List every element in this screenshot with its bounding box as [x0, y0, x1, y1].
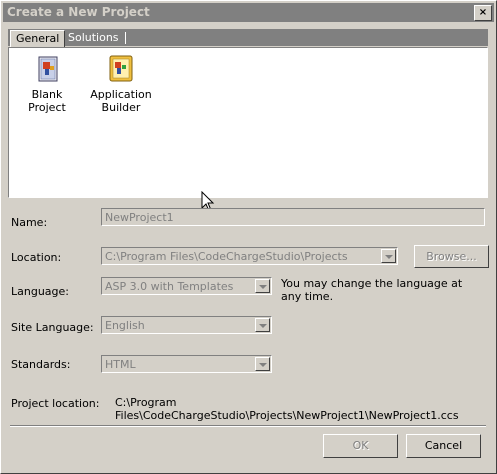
blank-project-item[interactable]: Blank Project [15, 54, 79, 114]
tab-strip: General Solutions [8, 29, 488, 48]
language-combo[interactable]: ASP 3.0 with Templates [101, 277, 272, 295]
dialog-title: Create a New Project [7, 5, 150, 19]
name-label: Name: [11, 216, 48, 229]
site-language-value: English [105, 319, 145, 332]
title-bar: Create a New Project × [3, 3, 494, 22]
standards-label: Standards: [11, 358, 71, 371]
location-label: Location: [11, 251, 62, 264]
tab-general[interactable]: General [10, 30, 66, 48]
project-type-list: Blank Project Application Builder [8, 47, 488, 212]
chevron-down-icon[interactable] [381, 249, 396, 263]
standards-value: HTML [105, 358, 136, 371]
close-button[interactable]: × [474, 5, 492, 21]
chevron-down-icon[interactable] [255, 357, 270, 371]
site-language-combo[interactable]: English [101, 316, 272, 334]
blank-project-icon [32, 54, 62, 84]
site-language-label: Site Language: [11, 321, 94, 334]
application-builder-label: Application Builder [90, 88, 152, 114]
divider [10, 425, 486, 427]
language-note: You may change the language at any time. [281, 277, 463, 303]
standards-combo[interactable]: HTML [101, 355, 272, 373]
project-location-value: C:\Program Files\CodeChargeStudio\Projec… [115, 396, 459, 422]
application-builder-icon [106, 54, 136, 84]
language-label: Language: [11, 285, 69, 298]
browse-button[interactable]: Browse... [414, 245, 489, 268]
cancel-button[interactable]: Cancel [406, 434, 481, 458]
chevron-down-icon[interactable] [255, 279, 270, 293]
tab-solutions[interactable]: Solutions [63, 30, 126, 46]
blank-project-label: Blank Project [28, 88, 66, 114]
project-location-label: Project location: [11, 397, 100, 410]
application-builder-item[interactable]: Application Builder [89, 54, 153, 114]
location-value: C:\Program Files\CodeChargeStudio\Projec… [105, 250, 348, 263]
name-field[interactable]: NewProject1 [101, 208, 485, 226]
location-combo[interactable]: C:\Program Files\CodeChargeStudio\Projec… [101, 247, 398, 265]
ok-button[interactable]: OK [323, 434, 398, 458]
chevron-down-icon[interactable] [255, 318, 270, 332]
language-value: ASP 3.0 with Templates [105, 280, 234, 293]
